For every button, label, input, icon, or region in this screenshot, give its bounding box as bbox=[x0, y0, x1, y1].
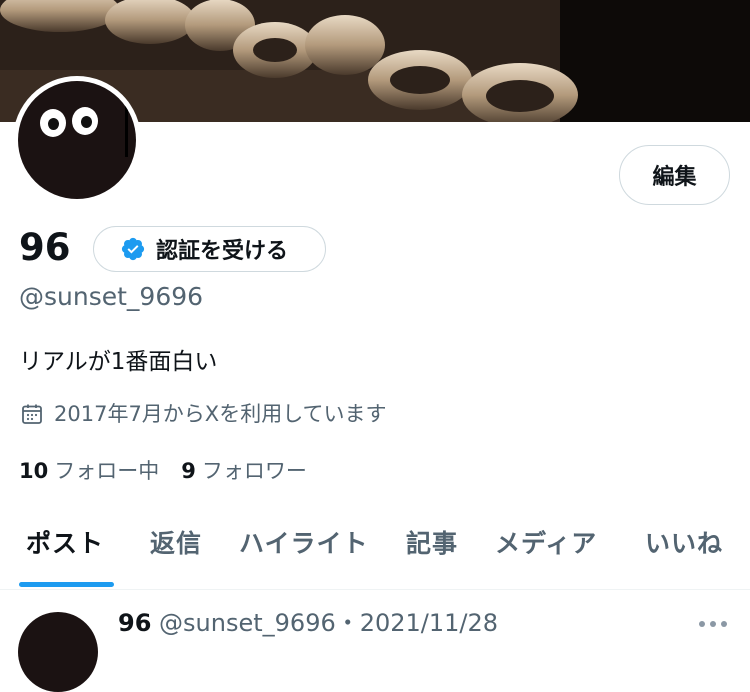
followers-link[interactable]: 9 フォロワー bbox=[181, 456, 307, 486]
tab-likes[interactable]: いいね bbox=[645, 527, 723, 561]
profile-bio: リアルが1番面白い bbox=[19, 349, 218, 375]
post-author-name[interactable]: 96 bbox=[118, 609, 151, 637]
tab-posts[interactable]: ポスト bbox=[26, 527, 104, 561]
avatar-right-pupil bbox=[81, 116, 92, 128]
tab-articles[interactable]: 記事 bbox=[406, 527, 458, 561]
post-meta[interactable]: @sunset_9696・2021/11/28 bbox=[159, 609, 498, 637]
get-verified-label: 認証を受ける bbox=[156, 239, 289, 264]
following-label: フォロー中 bbox=[54, 459, 160, 483]
following-link[interactable]: 10 フォロー中 bbox=[19, 456, 159, 486]
get-verified-button[interactable]: 認証を受ける bbox=[93, 226, 326, 272]
follow-stats: 10 フォロー中 9 フォロワー bbox=[19, 456, 307, 486]
more-icon[interactable] bbox=[699, 621, 731, 629]
followers-label: フォロワー bbox=[201, 459, 307, 483]
avatar-edge-shadow bbox=[125, 103, 128, 157]
edit-profile-label: 編集 bbox=[652, 165, 697, 190]
followers-count: 9 bbox=[181, 459, 196, 483]
verified-badge-icon bbox=[121, 237, 145, 261]
active-tab-indicator bbox=[19, 582, 114, 587]
profile-avatar[interactable] bbox=[13, 76, 141, 204]
join-date: 2017年7月からXを利用しています bbox=[20, 399, 387, 429]
edit-profile-button[interactable]: 編集 bbox=[619, 145, 730, 205]
avatar-right-eye bbox=[72, 107, 98, 135]
tab-media[interactable]: メディア bbox=[495, 527, 597, 561]
tab-highlights[interactable]: ハイライト bbox=[239, 527, 369, 561]
more-dot bbox=[710, 621, 716, 627]
avatar-left-eye bbox=[40, 109, 66, 137]
calendar-icon bbox=[22, 404, 42, 424]
avatar-left-pupil bbox=[48, 118, 59, 130]
post-header: 96 @sunset_9696・2021/11/28 bbox=[118, 606, 498, 640]
post-author-avatar[interactable] bbox=[18, 612, 98, 692]
profile-handle: @sunset_9696 bbox=[19, 282, 204, 311]
tab-replies[interactable]: 返信 bbox=[150, 527, 202, 561]
more-dot bbox=[699, 621, 705, 627]
avatar-image bbox=[18, 81, 136, 199]
display-name: 96 bbox=[19, 226, 71, 269]
join-date-text: 2017年7月からXを利用しています bbox=[54, 402, 387, 426]
profile-tabs: ポスト 返信 ハイライト 記事 メディア いいね bbox=[0, 515, 750, 590]
more-dot bbox=[721, 621, 727, 627]
following-count: 10 bbox=[19, 459, 49, 483]
